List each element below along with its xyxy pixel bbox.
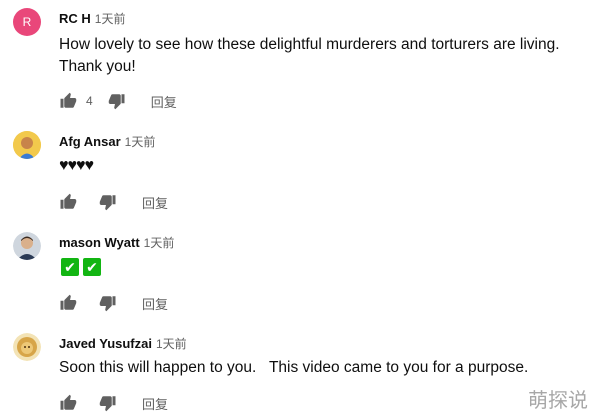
avatar-letter: R [22,15,32,29]
like-button[interactable] [56,89,80,113]
watermark: 萌探说 [528,390,588,412]
comment-text-line: How lovely to see how these delightful m… [59,36,560,53]
comment-author[interactable]: mason Wyatt [59,235,140,250]
dislike-button[interactable] [96,391,120,415]
thumbs-up-icon [60,193,77,209]
comment-author[interactable]: Javed Yusufzai [59,336,152,351]
thumbs-up-icon [60,92,77,108]
comment-text: Soon this will happen to you. This video… [59,359,529,376]
thumbs-down-icon [99,195,116,211]
comment-text: ♥♥♥♥ [59,155,594,177]
check-mark-emoji: ✔ [83,258,101,276]
reply-button[interactable]: 回复 [142,394,168,413]
yellow-face-icon [13,131,41,159]
comment-author[interactable]: RC H [59,11,91,26]
reply-button[interactable]: 回复 [142,193,168,212]
like-button[interactable] [56,291,80,315]
dislike-button[interactable] [96,291,120,315]
yellow-face-avatar[interactable] [13,131,41,159]
comment-time[interactable]: 1天前 [125,133,156,150]
lion-icon [13,333,41,361]
check-mark-emoji: ✔ [61,258,79,276]
comment-time[interactable]: 1天前 [95,10,126,27]
comment-time[interactable]: 1天前 [144,234,175,251]
thumbs-up-icon [60,394,77,410]
comment-text-line: Thank you! [59,58,136,75]
man-photo-avatar[interactable] [13,232,41,260]
like-button[interactable] [56,391,80,415]
hearts-emoji: ♥♥♥♥ [59,157,94,174]
comment-text: How lovely to see how these delightful m… [59,34,594,78]
like-button[interactable] [56,190,80,214]
lion-avatar[interactable] [13,333,41,361]
comment-time[interactable]: 1天前 [156,335,187,352]
comment-text: ✔ ✔ [61,258,594,276]
like-count: 4 [86,94,93,108]
dislike-button[interactable] [105,89,129,113]
thumbs-up-icon [60,294,77,310]
reply-button[interactable]: 回复 [151,92,177,111]
dislike-button[interactable] [96,190,120,214]
avatar[interactable]: R [13,8,41,36]
thumbs-down-icon [108,94,125,110]
reply-button[interactable]: 回复 [142,294,168,313]
thumbs-down-icon [99,396,116,412]
man-photo-icon [13,232,41,260]
thumbs-down-icon [99,296,116,312]
comment-author[interactable]: Afg Ansar [59,134,121,149]
